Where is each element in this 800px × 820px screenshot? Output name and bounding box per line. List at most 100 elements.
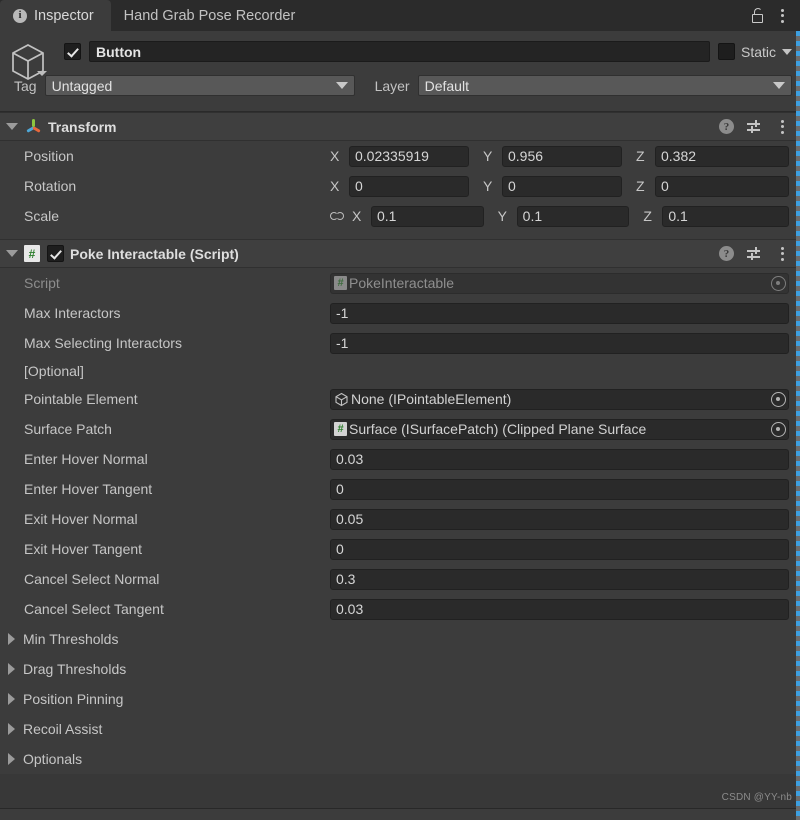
transform-rotation-row: Rotation X 0 Y 0 Z 0: [0, 171, 800, 201]
max-selecting-interactors-label: Max Selecting Interactors: [24, 335, 182, 351]
max-interactors-input[interactable]: -1: [330, 302, 789, 324]
scale-z-input[interactable]: 0.1: [662, 205, 790, 227]
foldout-recoil-assist-label: Recoil Assist: [23, 721, 103, 737]
scale-y-input[interactable]: 0.1: [516, 205, 630, 227]
chevron-down-icon: [335, 82, 348, 89]
axis-y-label: Y: [483, 178, 493, 194]
tab-inspector-label: Inspector: [34, 7, 94, 24]
exit-hover-normal-input[interactable]: 0.05: [330, 508, 789, 530]
transform-header-actions: ?: [719, 118, 789, 136]
transform-title: Transform: [48, 118, 117, 135]
game-object-enabled-checkbox[interactable]: [64, 43, 81, 60]
transform-scale-row: Scale X 0.1 Y 0.1 Z 0.1: [0, 201, 800, 231]
foldout-drag-thresholds-label: Drag Thresholds: [23, 661, 127, 677]
cs-script-icon: #: [24, 245, 40, 262]
preset-icon[interactable]: [747, 246, 762, 261]
foldout-position-pinning[interactable]: Position Pinning: [0, 684, 800, 714]
axis-x-label: X: [352, 208, 362, 224]
poke-interactable-body: Script # PokeInteractable Max Interactor…: [0, 268, 800, 774]
enter-hover-tangent-label: Enter Hover Tangent: [24, 481, 153, 497]
tag-value: Untagged: [51, 77, 113, 94]
rotation-label: Rotation: [24, 178, 77, 194]
enter-hover-normal-input[interactable]: 0.03: [330, 448, 789, 470]
inspector-window: i Inspector Hand Grab Pose Recorder Butt…: [0, 0, 800, 820]
help-icon[interactable]: ?: [719, 246, 734, 261]
cancel-select-tangent-input[interactable]: 0.03: [330, 598, 789, 620]
transform-position-row: Position X 0.02335919 Y 0.956 Z 0.382: [0, 141, 800, 171]
transform-foldout-arrow-icon[interactable]: [6, 123, 18, 130]
poke-interactable-foldout-arrow-icon[interactable]: [6, 250, 18, 257]
script-value: PokeInteractable: [349, 275, 455, 291]
lock-open-icon[interactable]: [751, 7, 765, 24]
poke-interactable-enabled-checkbox[interactable]: [47, 245, 64, 262]
axis-z-label: Z: [643, 208, 652, 224]
chevron-right-icon: [8, 663, 15, 675]
layer-value: Default: [424, 77, 469, 94]
kebab-menu-icon[interactable]: [775, 7, 789, 25]
scale-x-input[interactable]: 0.1: [371, 205, 484, 227]
object-picker-icon[interactable]: [771, 391, 786, 407]
kebab-menu-icon[interactable]: [775, 245, 789, 263]
layer-dropdown[interactable]: Default: [417, 75, 792, 96]
transform-gizmo-icon: [24, 118, 42, 136]
axis-x-label: X: [330, 178, 340, 194]
static-label: Static: [740, 43, 776, 60]
pointable-element-object-field[interactable]: None (IPointableElement): [330, 388, 789, 410]
exit-hover-normal-label: Exit Hover Normal: [24, 511, 138, 527]
foldout-position-pinning-label: Position Pinning: [23, 691, 124, 707]
scale-label: Scale: [24, 208, 60, 224]
static-checkbox[interactable]: [717, 43, 735, 60]
cancel-select-tangent-row: Cancel Select Tangent 0.03: [0, 594, 800, 624]
tab-inspector[interactable]: i Inspector: [0, 0, 111, 31]
object-name-row: Button Static: [64, 41, 792, 62]
static-control-group: Static: [717, 43, 792, 60]
mesh-cube-icon: [334, 392, 349, 407]
foldout-recoil-assist[interactable]: Recoil Assist: [0, 714, 800, 744]
script-row: Script # PokeInteractable: [0, 268, 800, 298]
rotation-y-input[interactable]: 0: [502, 175, 622, 197]
surface-patch-object-field[interactable]: # Surface (ISurfacePatch) (Clipped Plane…: [330, 418, 789, 440]
max-interactors-row: Max Interactors -1: [0, 298, 800, 328]
object-picker-icon[interactable]: [771, 421, 786, 437]
tab-hand-grab-pose-recorder[interactable]: Hand Grab Pose Recorder: [111, 0, 313, 31]
max-selecting-interactors-row: Max Selecting Interactors -1: [0, 328, 800, 358]
info-icon: i: [13, 8, 27, 23]
chevron-right-icon: [8, 753, 15, 765]
script-object-field: # PokeInteractable: [330, 272, 789, 294]
transform-body: Position X 0.02335919 Y 0.956 Z 0.382 Ro…: [0, 141, 800, 239]
cancel-select-normal-label: Cancel Select Normal: [24, 571, 160, 587]
layer-label: Layer: [374, 77, 410, 94]
position-x-input[interactable]: 0.02335919: [349, 145, 469, 167]
position-z-input[interactable]: 0.382: [655, 145, 789, 167]
max-selecting-interactors-input[interactable]: -1: [330, 332, 789, 354]
foldout-min-thresholds[interactable]: Min Thresholds: [0, 624, 800, 654]
scale-link-icon[interactable]: [330, 209, 346, 223]
tab-bar-actions: [751, 0, 800, 31]
game-object-name-input[interactable]: Button: [89, 41, 710, 62]
foldout-drag-thresholds[interactable]: Drag Thresholds: [0, 654, 800, 684]
cancel-select-normal-input[interactable]: 0.3: [330, 568, 789, 590]
chevron-right-icon: [8, 633, 15, 645]
tab-bar: i Inspector Hand Grab Pose Recorder: [0, 0, 800, 31]
optional-section-label: [Optional]: [24, 363, 84, 379]
static-dropdown-caret-icon[interactable]: [782, 48, 792, 55]
kebab-menu-icon[interactable]: [775, 118, 789, 136]
enter-hover-tangent-input[interactable]: 0: [330, 478, 789, 500]
poke-interactable-component-header[interactable]: # Poke Interactable (Script) ?: [0, 239, 800, 268]
rotation-z-input[interactable]: 0: [655, 175, 789, 197]
rotation-x-input[interactable]: 0: [349, 175, 469, 197]
chevron-right-icon: [8, 723, 15, 735]
preset-icon[interactable]: [747, 119, 762, 134]
pointable-element-label: Pointable Element: [24, 391, 138, 407]
optional-section-header-row: [Optional]: [0, 358, 800, 384]
exit-hover-normal-row: Exit Hover Normal 0.05: [0, 504, 800, 534]
foldout-optionals[interactable]: Optionals: [0, 744, 800, 774]
tag-dropdown[interactable]: Untagged: [44, 75, 355, 96]
enter-hover-tangent-row: Enter Hover Tangent 0: [0, 474, 800, 504]
exit-hover-tangent-input[interactable]: 0: [330, 538, 789, 560]
cs-script-icon: #: [334, 422, 347, 436]
help-icon[interactable]: ?: [719, 119, 734, 134]
position-y-input[interactable]: 0.956: [502, 145, 622, 167]
transform-component-header[interactable]: Transform ?: [0, 112, 800, 141]
cs-script-icon: #: [334, 276, 347, 290]
